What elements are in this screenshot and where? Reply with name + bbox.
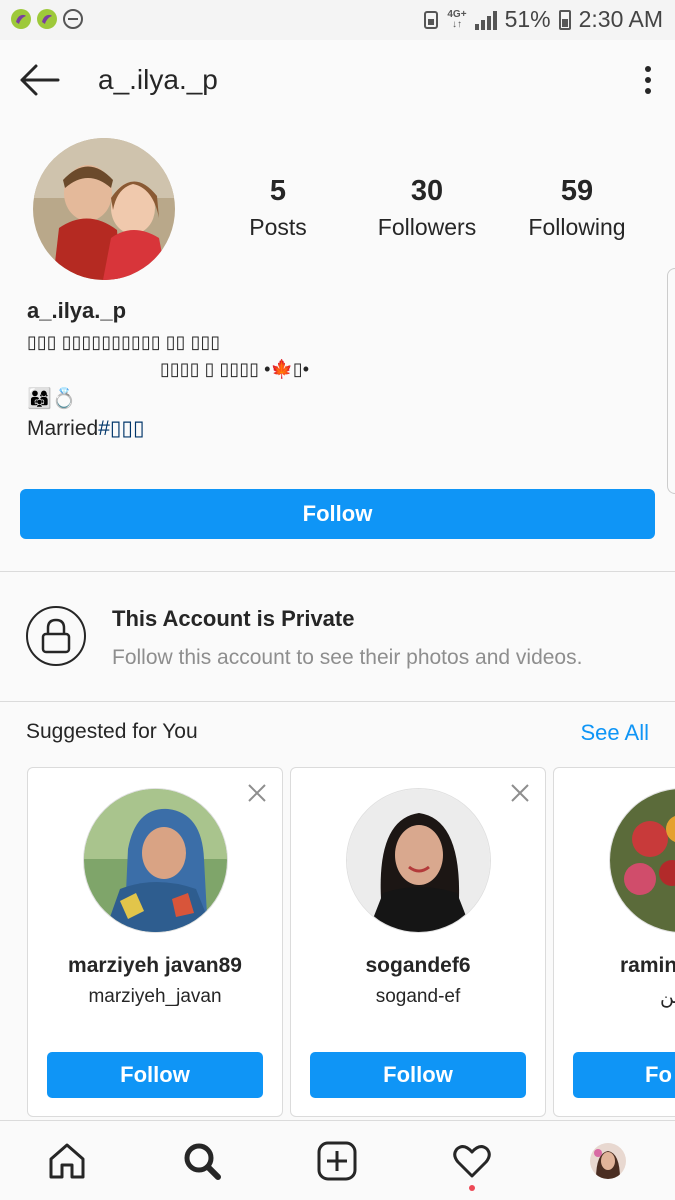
- suggested-fullname: marziyeh_javan: [88, 986, 222, 1007]
- more-options-button[interactable]: [639, 62, 657, 98]
- battery-icon: [558, 9, 571, 30]
- suggested-username[interactable]: marziyeh javan89: [28, 954, 282, 978]
- add-post-icon: [317, 1141, 357, 1181]
- app-notification-icon: [10, 8, 32, 30]
- suggested-user-photo: [610, 789, 675, 932]
- nav-search-button[interactable]: [182, 1141, 222, 1181]
- suggested-fullname: sogand-ef: [375, 986, 461, 1007]
- system-status: 4G+ ↓↑ 51% 2:30 AM: [423, 6, 663, 33]
- posts-count: 5: [269, 175, 287, 207]
- nav-home-button[interactable]: [47, 1141, 87, 1181]
- own-profile-avatar: [590, 1143, 626, 1179]
- profile-photo: [33, 138, 175, 280]
- suggested-user-photo: [84, 789, 227, 932]
- clock: 2:30 AM: [578, 6, 663, 32]
- posts-label: Posts: [249, 214, 307, 240]
- arrow-left-icon: [20, 64, 60, 96]
- suggested-avatar[interactable]: [83, 788, 228, 933]
- private-account-title: This Account is Private: [112, 606, 355, 631]
- suggested-carousel[interactable]: marziyeh javan89 marziyeh_javan Follow s…: [27, 767, 675, 1117]
- divider: [0, 701, 675, 702]
- network-type: 4G+: [447, 8, 467, 20]
- profile-header: a_.ilya._p: [0, 40, 675, 120]
- nav-activity-button[interactable]: [452, 1141, 492, 1181]
- suggested-card[interactable]: sogandef6 sogand-ef Follow: [290, 767, 546, 1117]
- dismiss-suggestion-button[interactable]: [246, 782, 268, 804]
- suggested-follow-button[interactable]: Follow: [47, 1052, 263, 1098]
- back-button[interactable]: [18, 62, 62, 98]
- followers-stat[interactable]: 30 Followers: [357, 175, 497, 241]
- following-count: 59: [560, 175, 594, 207]
- close-icon: [511, 784, 529, 802]
- bio-line-1: ▯▯▯ ▯▯▯▯▯▯▯▯▯▯ ▯▯ ▯▯▯: [27, 332, 221, 352]
- lock-icon: [41, 618, 71, 654]
- followers-label: Followers: [377, 214, 477, 240]
- do-not-disturb-icon: [62, 8, 84, 30]
- following-stat[interactable]: 59 Following: [507, 175, 647, 241]
- dismiss-suggestion-button[interactable]: [509, 782, 531, 804]
- edge-panel-handle[interactable]: [667, 268, 675, 494]
- activity-notification-dot: [469, 1185, 475, 1191]
- search-icon: [184, 1143, 221, 1180]
- suggested-follow-button[interactable]: Fo: [573, 1052, 675, 1098]
- suggested-follow-button[interactable]: Follow: [310, 1052, 526, 1098]
- bio-line-2: ▯▯▯▯ ▯ ▯▯▯▯ •🍁▯•: [160, 359, 310, 379]
- private-account-subtitle: Follow this account to see their photos …: [112, 646, 583, 669]
- bio-hashtag[interactable]: #▯▯▯: [98, 417, 144, 440]
- status-bar: 4G+ ↓↑ 51% 2:30 AM: [0, 0, 675, 40]
- suggested-fullname: ین: [660, 987, 675, 1008]
- divider: [0, 571, 675, 572]
- bottom-navigation: [0, 1120, 675, 1200]
- battery-percent: 51%: [504, 6, 551, 32]
- suggested-username[interactable]: sogandef6: [291, 954, 545, 978]
- lock-badge: [26, 606, 86, 666]
- suggested-avatar[interactable]: [346, 788, 491, 933]
- suggested-avatar[interactable]: [609, 788, 675, 933]
- notification-icons: [10, 8, 84, 30]
- page-title: a_.ilya._p: [98, 64, 218, 95]
- posts-stat[interactable]: 5 Posts: [208, 175, 348, 241]
- follow-button[interactable]: Follow: [20, 489, 655, 539]
- followers-count: 30: [410, 175, 444, 207]
- suggested-user-photo: [347, 789, 490, 932]
- following-label: Following: [528, 214, 626, 240]
- bio-married-text: Married: [27, 417, 99, 440]
- suggested-title: Suggested for You: [26, 720, 198, 743]
- nav-profile-button[interactable]: [590, 1143, 626, 1179]
- profile-avatar[interactable]: [33, 138, 175, 280]
- bio-married-line: Married#▯▯▯: [27, 416, 657, 441]
- suggested-username[interactable]: ramin: [554, 954, 675, 978]
- heart-icon: [453, 1145, 491, 1178]
- app-notification-icon: [36, 8, 58, 30]
- more-vertical-icon: [645, 66, 651, 72]
- signal-icon: [474, 10, 497, 30]
- profile-bio: a_.ilya._p ▯▯▯ ▯▯▯▯▯▯▯▯▯▯ ▯▯ ▯▯▯ ▯▯▯▯ ▯ …: [27, 298, 657, 441]
- suggested-card[interactable]: marziyeh javan89 marziyeh_javan Follow: [27, 767, 283, 1117]
- nav-new-post-button[interactable]: [317, 1141, 357, 1181]
- bio-emoji: 👨‍👩‍👧💍: [27, 388, 77, 410]
- close-icon: [248, 784, 266, 802]
- suggested-card[interactable]: ramin ین Fo: [553, 767, 675, 1117]
- profile-name: a_.ilya._p: [27, 298, 127, 323]
- see-all-link[interactable]: See All: [581, 720, 650, 746]
- home-icon: [49, 1143, 85, 1179]
- sim-icon: [424, 10, 439, 29]
